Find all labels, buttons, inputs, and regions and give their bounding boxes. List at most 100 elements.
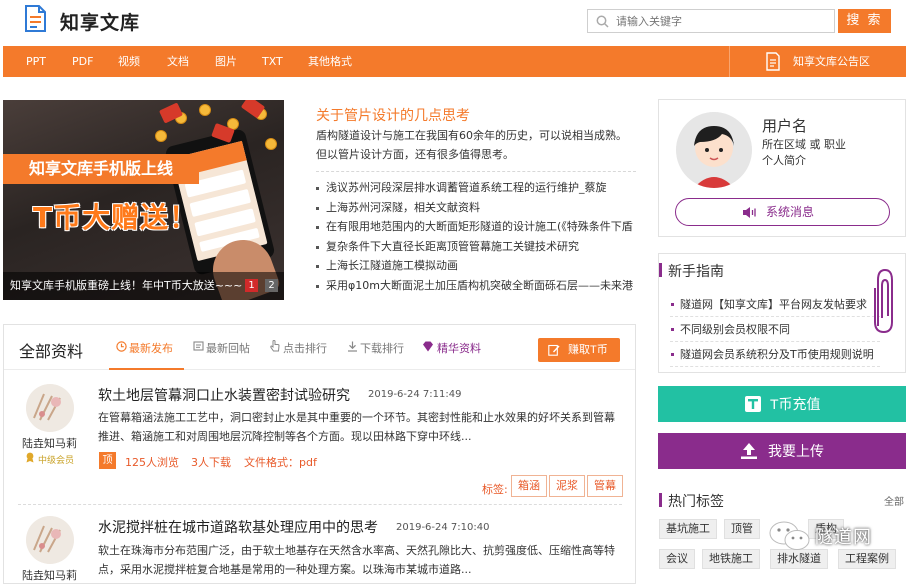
nav-item-pdf[interactable]: PDF bbox=[72, 46, 93, 77]
paperclip-icon bbox=[874, 268, 893, 334]
main-nav: PPT PDF 视频 文档 图片 TXT 其他格式 知享文库公告区 bbox=[3, 46, 906, 77]
site-logo-text[interactable]: 知享文库 bbox=[60, 8, 140, 35]
search-input[interactable] bbox=[616, 13, 826, 29]
wechat-logo-icon bbox=[769, 521, 810, 550]
member-level: 中级会员 bbox=[38, 456, 75, 466]
watermark-text: 隧道网 bbox=[815, 527, 872, 548]
tab-featured[interactable]: 精华资料 bbox=[437, 340, 481, 356]
article-link[interactable]: 在有限用地范围内的大断面矩形隧道的设计施工(《特殊条件下盾 bbox=[316, 217, 636, 237]
author-name[interactable]: 陆垚知马莉 bbox=[22, 567, 77, 583]
article-link[interactable]: 复杂条件下大直径长距离顶管管幕施工关键技术研究 bbox=[316, 237, 636, 257]
author-avatar-icon bbox=[26, 516, 74, 564]
guide-title: 新手指南 bbox=[668, 264, 724, 280]
speaker-icon bbox=[743, 207, 756, 218]
nav-item-txt[interactable]: TXT bbox=[262, 46, 283, 77]
nav-item-ppt[interactable]: PPT bbox=[26, 46, 46, 77]
active-tab-indicator bbox=[109, 368, 184, 370]
guide-item[interactable]: 隧道网【知享文库】平台网友发帖要求 bbox=[670, 292, 880, 317]
coin-card-icon bbox=[745, 396, 761, 412]
resources-title: 全部资料 bbox=[19, 342, 84, 361]
recharge-label: T币充值 bbox=[770, 396, 821, 412]
avatar-girl-icon bbox=[676, 112, 752, 188]
resource-tag[interactable]: 箱涵 bbox=[511, 475, 547, 497]
top-badge: 顶 bbox=[99, 452, 116, 469]
hand-pointer-icon bbox=[270, 340, 280, 352]
upload-label: 我要上传 bbox=[768, 443, 824, 459]
diamond-icon bbox=[423, 341, 433, 352]
hot-tag[interactable]: 会议 bbox=[659, 549, 695, 569]
tab-click-rank[interactable]: 点击排行 bbox=[283, 340, 327, 356]
resource-date: 2019-6-24 7:11:49 bbox=[368, 389, 462, 400]
article-link-list: 浅议苏州河段深层排水调蓄管道系统工程的运行维护_蔡旋 上海苏州河深隧，相关文献资… bbox=[316, 178, 636, 295]
author-avatar[interactable] bbox=[26, 384, 74, 432]
resource-desc: 在管幕箱涵法施工工艺中，洞口密封止水是其中重要的一个环节。其密封性能和止水效果的… bbox=[98, 411, 615, 443]
banner-page-2[interactable]: 2 bbox=[265, 279, 278, 292]
nav-item-video[interactable]: 视频 bbox=[118, 46, 140, 77]
edit-icon bbox=[548, 344, 560, 356]
hot-tag[interactable]: 工程案例 bbox=[838, 549, 896, 569]
logo-document-icon bbox=[25, 5, 46, 32]
upload-icon bbox=[741, 443, 757, 459]
resource-title[interactable]: 水泥搅拌桩在城市道路软基处理应用中的思考 bbox=[98, 517, 378, 537]
article-link[interactable]: 上海苏州河深隧，相关文献资料 bbox=[316, 198, 636, 218]
search-button[interactable]: 搜 索 bbox=[838, 9, 891, 33]
banner-promo: T币大赠送！ bbox=[33, 201, 199, 234]
resource-tag[interactable]: 泥浆 bbox=[549, 475, 585, 497]
tab-latest[interactable]: 最新发布 bbox=[129, 340, 173, 356]
avatar[interactable] bbox=[676, 112, 752, 188]
nav-item-document[interactable]: 文档 bbox=[167, 46, 189, 77]
hot-tag[interactable]: 顶管 bbox=[724, 519, 760, 539]
section-marker bbox=[659, 263, 662, 277]
download-count: 3人下载 bbox=[191, 456, 231, 469]
hot-tag[interactable]: 地铁施工 bbox=[702, 549, 760, 569]
featured-article-title[interactable]: 关于管片设计的几点思考 bbox=[316, 105, 470, 125]
recharge-button[interactable]: T币充值 bbox=[658, 386, 906, 422]
earn-coins-button[interactable]: 赚取T币 bbox=[538, 338, 620, 362]
guide-item[interactable]: 不同级别会员权限不同 bbox=[670, 317, 880, 342]
featured-article-desc: 盾构隧道设计与施工在我国有60余年的历史，可以说相当成熟。但以管片设计方面，还有… bbox=[316, 129, 627, 161]
member-badge-icon bbox=[26, 452, 34, 463]
file-format: 文件格式：pdf bbox=[244, 456, 317, 469]
nav-notice-link[interactable]: 知享文库公告区 bbox=[793, 46, 870, 77]
row-divider bbox=[18, 504, 622, 505]
search-icon bbox=[596, 15, 609, 28]
notice-document-icon bbox=[766, 52, 780, 71]
nav-item-image[interactable]: 图片 bbox=[215, 46, 237, 77]
nav-divider bbox=[729, 46, 730, 77]
download-icon bbox=[348, 341, 357, 352]
guide-item[interactable]: 隧道网会员系统积分及T币使用规则说明 bbox=[670, 342, 880, 367]
hot-tag[interactable]: 基坑施工 bbox=[659, 519, 717, 539]
banner-page-1[interactable]: 1 bbox=[245, 279, 258, 292]
reply-icon bbox=[193, 341, 204, 351]
article-link[interactable]: 浅议苏州河段深层排水调蓄管道系统工程的运行维护_蔡旋 bbox=[316, 178, 636, 198]
author-avatar-icon bbox=[26, 384, 74, 432]
author-avatar[interactable] bbox=[26, 516, 74, 564]
upload-button[interactable]: 我要上传 bbox=[658, 433, 906, 469]
resource-tag[interactable]: 管幕 bbox=[587, 475, 623, 497]
section-marker bbox=[659, 493, 662, 507]
author-name[interactable]: 陆垚知马莉 bbox=[22, 435, 77, 451]
system-message-button[interactable]: 系统消息 bbox=[675, 198, 890, 226]
banner-headline: 知享文库手机版上线 bbox=[3, 154, 199, 184]
hot-tags-all-link[interactable]: 全部 bbox=[884, 493, 904, 508]
guide-list: 隧道网【知享文库】平台网友发帖要求 不同级别会员权限不同 隧道网会员系统积分及T… bbox=[670, 292, 880, 367]
article-link[interactable]: 采用φ10m大断面泥土加压盾构机突破全断面砾石层——未来港 bbox=[316, 276, 636, 296]
profile-username[interactable]: 用户名 bbox=[762, 115, 807, 136]
tags-label: 标签: bbox=[482, 483, 508, 496]
system-message-label: 系统消息 bbox=[766, 205, 815, 219]
nav-item-other[interactable]: 其他格式 bbox=[308, 46, 352, 77]
resource-date: 2019-6-24 7:10:40 bbox=[396, 522, 490, 533]
search-box[interactable] bbox=[587, 9, 835, 33]
view-count: 125人浏览 bbox=[125, 456, 179, 469]
profile-area: 所在区域 或 职业 bbox=[762, 138, 846, 151]
tab-download-rank[interactable]: 下载排行 bbox=[360, 340, 404, 356]
article-link[interactable]: 上海长江隧道施工模拟动画 bbox=[316, 256, 636, 276]
hot-tags-title: 热门标签 bbox=[668, 494, 724, 510]
resource-title[interactable]: 软土地层管幕洞口止水装置密封试验研究 bbox=[98, 385, 350, 405]
tab-latest-reply[interactable]: 最新回帖 bbox=[206, 340, 250, 356]
promo-banner[interactable]: 知享文库手机版上线 T币大赠送！ 知享文库手机版重磅上线！年中T币大放送~~~ … bbox=[3, 100, 284, 300]
clock-icon bbox=[116, 341, 127, 352]
resource-desc: 软土在珠海市分布范围广泛，由于软土地基存在天然含水率高、天然孔隙比大、抗剪强度低… bbox=[98, 544, 615, 576]
banner-caption[interactable]: 知享文库手机版重磅上线！年中T币大放送~~~ bbox=[3, 272, 284, 300]
earn-coins-label: 赚取T币 bbox=[568, 344, 608, 356]
